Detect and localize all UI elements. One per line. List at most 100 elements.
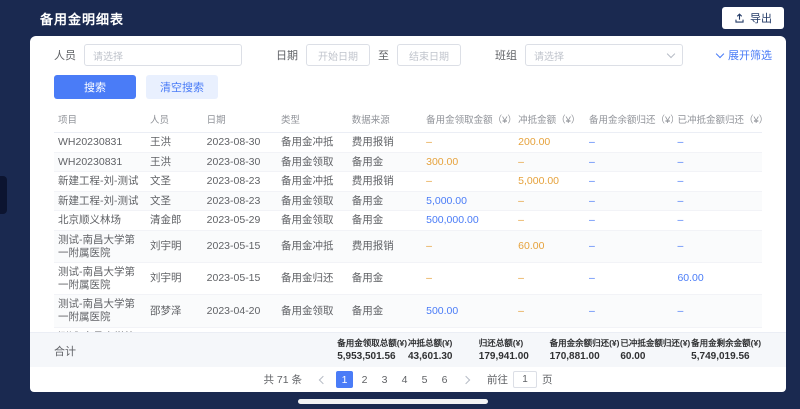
sidebar-toggle-handle[interactable] [0, 176, 7, 214]
cell-date: 2023-05-15 [203, 230, 277, 262]
summary-item: 冲抵总额(¥)43,601.30 [408, 337, 479, 362]
cell-balance-returned: – [585, 172, 674, 192]
cell-amount-received: – [422, 172, 514, 192]
cell-source: 备用金 [348, 191, 422, 211]
table-row: 新建工程-刘-测试 文圣 2023-08-23 备用金领取 备用金 5,000.… [54, 191, 762, 211]
summary-row: 合计 备用金领取总额(¥)5,953,501.56冲抵总额(¥)43,601.3… [30, 332, 786, 367]
team-select[interactable]: 请选择 [525, 44, 683, 66]
cell-person: 王洪 [146, 133, 203, 153]
summary-item: 归还总额(¥)179,941.00 [479, 337, 550, 362]
cell-date: 2023-08-23 [203, 172, 277, 192]
cell-amount-offset: 200.00 [514, 133, 585, 153]
table-header-row: 项目人员日期类型数据来源备用金领取金额（¥）冲抵金额（¥）备用金余额归还（¥）已… [54, 106, 762, 133]
cell-amount-offset: – [514, 263, 585, 295]
summary-items: 备用金领取总额(¥)5,953,501.56冲抵总额(¥)43,601.30归还… [337, 337, 762, 362]
page-button[interactable]: 4 [396, 371, 413, 388]
cell-project: 测试-南昌大学第一附属医院 [54, 230, 146, 262]
search-button[interactable]: 搜索 [54, 75, 136, 99]
person-filter-label: 人员 [54, 47, 76, 63]
column-header: 人员 [146, 106, 203, 133]
column-header: 已冲抵金额归还（¥） [673, 106, 762, 133]
team-filter-label: 班组 [495, 47, 517, 63]
column-header: 备用金余额归还（¥） [585, 106, 674, 133]
cell-amount-received: 300.00 [422, 152, 514, 172]
cell-project: 测试-南昌大学第一附属医院 [54, 263, 146, 295]
cell-type: 备用金领取 [277, 295, 348, 327]
top-header: 备用金明细表 导出 [0, 0, 800, 36]
cell-source: 备用金 [348, 263, 422, 295]
goto-page: 前往 页 [487, 371, 553, 388]
horizontal-scrollbar[interactable] [298, 399, 488, 404]
filter-bar: 人员 请选择 日期 开始日期 至 结束日期 班组 请选择 [30, 36, 786, 66]
cell-source: 备用金 [348, 295, 422, 327]
cell-date: 2023-08-23 [203, 191, 277, 211]
cell-project: 新建工程-刘-测试 [54, 172, 146, 192]
date-end-placeholder: 结束日期 [409, 48, 449, 63]
column-header: 备用金领取金额（¥） [422, 106, 514, 133]
date-filter-label: 日期 [276, 47, 298, 63]
goto-page-input[interactable] [513, 371, 537, 388]
cell-amount-received: 5,000.00 [422, 191, 514, 211]
cell-person: 王洪 [146, 152, 203, 172]
column-header: 类型 [277, 106, 348, 133]
date-start-input[interactable]: 开始日期 [306, 44, 370, 66]
cell-date: 2023-04-20 [203, 295, 277, 327]
clear-search-button[interactable]: 清空搜索 [146, 75, 218, 99]
cell-person: 邵梦泽 [146, 295, 203, 327]
cell-project: 新建工程-刘-测试 [54, 191, 146, 211]
page-button[interactable]: 1 [336, 371, 353, 388]
cell-amount-received: 500,000.00 [422, 211, 514, 231]
page-title: 备用金明细表 [40, 9, 124, 28]
cell-offset-returned: – [673, 295, 762, 327]
person-select-placeholder: 请选择 [93, 48, 123, 63]
export-icon [734, 13, 745, 24]
date-start-placeholder: 开始日期 [318, 48, 358, 63]
page-button[interactable]: 2 [356, 371, 373, 388]
cell-type: 备用金冲抵 [277, 230, 348, 262]
goto-prefix: 前往 [487, 372, 508, 387]
cell-offset-returned: – [673, 172, 762, 192]
cell-amount-offset: – [514, 211, 585, 231]
date-end-input[interactable]: 结束日期 [397, 44, 461, 66]
cell-type: 备用金冲抵 [277, 172, 348, 192]
export-button[interactable]: 导出 [722, 7, 784, 29]
chevron-down-icon [667, 49, 675, 57]
cell-amount-offset: 5,000.00 [514, 172, 585, 192]
cell-date: 2023-05-15 [203, 263, 277, 295]
page-button[interactable]: 5 [416, 371, 433, 388]
cell-amount-offset: – [514, 191, 585, 211]
filter-person: 人员 请选择 [54, 44, 242, 66]
person-select[interactable]: 请选择 [84, 44, 242, 66]
cell-offset-returned: – [673, 191, 762, 211]
cell-date: 2023-08-30 [203, 133, 277, 153]
cell-balance-returned: – [585, 152, 674, 172]
pagination: 共 71 条 123456 前往 页 [30, 367, 786, 392]
table-row: 测试-南昌大学第一附属医院 刘宇明 2023-05-15 备用金冲抵 费用报销 … [54, 230, 762, 262]
summary-item: 已冲抵金额归还(¥)60.00 [620, 337, 691, 362]
column-header: 数据来源 [348, 106, 422, 133]
cell-offset-returned: 60.00 [673, 263, 762, 295]
cell-balance-returned: – [585, 230, 674, 262]
cell-type: 备用金领取 [277, 211, 348, 231]
cell-balance-returned: – [585, 211, 674, 231]
expand-filters-label: 展开筛选 [728, 47, 772, 63]
cell-person: 文圣 [146, 191, 203, 211]
prev-page-button[interactable] [315, 372, 331, 388]
next-page-button[interactable] [458, 372, 474, 388]
table-row: WH20230831 王洪 2023-08-30 备用金冲抵 费用报销 – 20… [54, 133, 762, 153]
action-buttons: 搜索 清空搜索 [30, 66, 786, 106]
expand-filters-link[interactable]: 展开筛选 [717, 47, 772, 63]
cell-type: 备用金领取 [277, 152, 348, 172]
page-button[interactable]: 3 [376, 371, 393, 388]
summary-item: 备用金剩余金额(¥)5,749,019.56 [691, 337, 762, 362]
cell-balance-returned: – [585, 191, 674, 211]
table-row: WH20230831 王洪 2023-08-30 备用金领取 备用金 300.0… [54, 152, 762, 172]
column-header: 日期 [203, 106, 277, 133]
summary-item: 备用金领取总额(¥)5,953,501.56 [337, 337, 408, 362]
cell-amount-offset: – [514, 152, 585, 172]
cell-project: 测试-南昌大学第一附属医院 [54, 295, 146, 327]
page-button[interactable]: 6 [436, 371, 453, 388]
cell-source: 费用报销 [348, 133, 422, 153]
team-select-placeholder: 请选择 [534, 48, 564, 63]
cell-person: 文圣 [146, 172, 203, 192]
